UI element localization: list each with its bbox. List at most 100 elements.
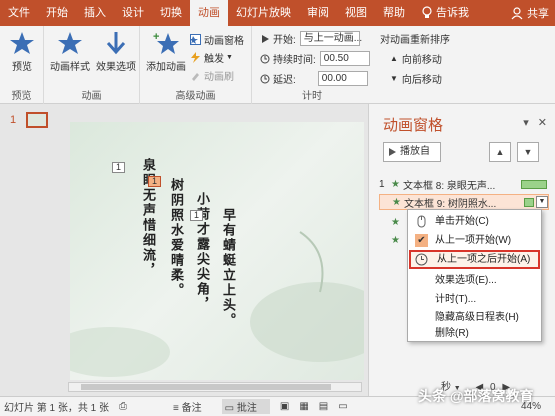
tab-animations[interactable]: 动画: [190, 0, 228, 26]
menu-item-timing[interactable]: 计时(T)...: [409, 290, 540, 309]
add-animation-button[interactable]: + 添加动画: [144, 30, 188, 73]
clock-icon: [260, 54, 270, 63]
play-from-button[interactable]: 播放自: [383, 142, 441, 162]
animation-pane-button[interactable]: 动画窗格: [190, 32, 244, 47]
tab-slideshow[interactable]: 幻灯片放映: [228, 0, 299, 26]
sorter-view-icon[interactable]: ▦: [299, 401, 308, 412]
down-arrow-icon: ▼: [523, 147, 533, 157]
item-label: 文本框 8: 泉眼无声...: [403, 180, 496, 192]
preview-group: 预览 预览: [0, 26, 44, 104]
menu-item-after-previous[interactable]: 从上一项之后开始(A): [409, 250, 540, 269]
thumbnail-number: 1: [10, 114, 17, 126]
animation-pane-icon: [190, 34, 201, 45]
menu-item-with-previous[interactable]: ✔ 从上一项开始(W): [409, 231, 540, 250]
animation-list-item[interactable]: 1 ★ 文本框 8: 泉眼无声...: [379, 176, 549, 192]
pane-menu-icon[interactable]: ▾: [523, 117, 529, 129]
animation-pane-label: 动画窗格: [204, 36, 244, 47]
menu-item-label: 删除(R): [435, 328, 469, 339]
animation-painter-button[interactable]: 动画刷: [190, 68, 234, 83]
menu-item-label: 从上一项开始(W): [435, 235, 512, 246]
timing-bar[interactable]: [521, 179, 547, 189]
timing-group-label: 计时: [302, 91, 322, 102]
start-label: 开始:: [273, 35, 296, 46]
ribbon-tab-bar: 文件 开始 插入 设计 切换 动画 幻灯片放映 审阅 视图 帮助 告诉我 共享: [0, 0, 555, 26]
normal-view-icon[interactable]: ▣: [280, 401, 289, 412]
add-animation-icon: +: [153, 31, 179, 54]
menu-item-label: 计时(T)...: [435, 294, 477, 305]
menu-item-effect-options[interactable]: 效果选项(E)...: [409, 271, 540, 290]
slideshow-view-icon[interactable]: ▭: [338, 401, 347, 412]
poem-line-4[interactable]: 早有蜻蜓立上头。: [218, 208, 237, 328]
start-combo[interactable]: 与上一动画...: [299, 31, 362, 46]
timing-bar[interactable]: [524, 197, 534, 207]
notes-label: 备注: [181, 403, 202, 414]
move-earlier-button[interactable]: ▲ 向前移动: [390, 51, 442, 66]
close-icon[interactable]: ✕: [538, 117, 547, 129]
animation-group: 动画样式 效果选项 动画: [44, 26, 140, 104]
duration-input[interactable]: 00.50: [319, 51, 370, 66]
trigger-button[interactable]: 触发 ▼: [190, 50, 233, 65]
slide-thumbnail[interactable]: [26, 112, 48, 128]
tab-design[interactable]: 设计: [114, 0, 152, 26]
tab-help[interactable]: 帮助: [375, 0, 413, 26]
delay-row: 延迟: 00.00: [260, 71, 368, 86]
comments-label: 批注: [236, 403, 257, 414]
tab-view[interactable]: 视图: [337, 0, 375, 26]
share-label: 共享: [527, 8, 549, 20]
tab-review[interactable]: 审阅: [299, 0, 337, 26]
reading-view-icon[interactable]: ▤: [319, 401, 328, 412]
animation-styles-label: 动画样式: [50, 62, 90, 73]
item-dropdown-button[interactable]: ▼: [536, 196, 548, 208]
accessibility-icon[interactable]: ⎙: [119, 401, 127, 412]
animation-tag[interactable]: 1: [190, 210, 203, 221]
reorder-label: 对动画重新排序: [380, 35, 450, 46]
advanced-animation-group-label: 高级动画: [175, 91, 216, 102]
animation-pane-title: 动画窗格: [383, 117, 444, 134]
share-button[interactable]: 共享: [510, 5, 555, 21]
effect-options-button[interactable]: 效果选项: [94, 30, 138, 73]
paintbrush-icon: [192, 73, 199, 81]
menu-item-label: 隐藏高级日程表(H): [435, 312, 519, 323]
delay-input[interactable]: 00.00: [317, 71, 368, 86]
tell-me-label: 告诉我: [436, 7, 469, 19]
animation-tag-selected[interactable]: 1: [148, 176, 161, 187]
menu-item-remove[interactable]: 删除(R): [409, 324, 540, 343]
svg-text:+: +: [153, 31, 159, 43]
animation-group-label: 动画: [81, 91, 102, 102]
animation-tag[interactable]: 1: [112, 162, 125, 173]
preview-star-icon: [10, 32, 34, 54]
move-up-button[interactable]: ▲: [489, 142, 511, 162]
scrollbar-thumb[interactable]: [81, 384, 331, 390]
trigger-dropdown-icon: ▼: [226, 54, 233, 61]
tab-file[interactable]: 文件: [0, 0, 38, 26]
move-later-button[interactable]: ▼ 向后移动: [390, 71, 442, 86]
notes-button[interactable]: ≡ 备注: [173, 399, 212, 414]
star-icon: ★: [391, 234, 400, 246]
delay-label: 延迟:: [273, 75, 296, 86]
tell-me-button[interactable]: 告诉我: [413, 0, 477, 26]
duration-row: 持续时间: 00.50: [260, 51, 370, 66]
horizontal-scrollbar[interactable]: [68, 382, 362, 392]
animation-list-item-selected[interactable]: ★ 文本框 9: 树阴照水... ▼: [379, 194, 549, 210]
preview-group-label: 预览: [11, 91, 32, 102]
tab-home[interactable]: 开始: [38, 0, 76, 26]
lightbulb-icon: [422, 6, 432, 18]
move-earlier-label: 向前移动: [401, 55, 442, 66]
up-arrow-icon: ▲: [495, 147, 505, 157]
preview-label: 预览: [12, 62, 32, 73]
slide-count: 幻灯片 第 1 张，共 1 张: [4, 403, 110, 414]
menu-item-label: 效果选项(E)...: [435, 275, 497, 286]
user-icon: [511, 7, 523, 20]
poem-line-2[interactable]: 树阴照水爱晴柔。: [166, 178, 185, 298]
item-label: 文本框 9: 树阴照水...: [404, 198, 497, 210]
comments-button[interactable]: ▭ 批注: [221, 399, 270, 414]
lightning-icon: [191, 52, 200, 63]
tab-insert[interactable]: 插入: [76, 0, 114, 26]
preview-button[interactable]: 预览: [6, 30, 38, 73]
slide-canvas[interactable]: 1 泉眼无声惜细流， 1 树阴照水爱晴柔。 小荷才露尖尖角， 1 早有蜻蜓立上头…: [70, 122, 364, 380]
animation-styles-button[interactable]: 动画样式: [50, 30, 90, 73]
tab-transitions[interactable]: 切换: [152, 0, 190, 26]
move-down-button[interactable]: ▼: [517, 142, 539, 162]
start-row: 开始: 与上一动画...: [260, 31, 362, 46]
menu-item-on-click[interactable]: 单击开始(C): [409, 212, 540, 231]
